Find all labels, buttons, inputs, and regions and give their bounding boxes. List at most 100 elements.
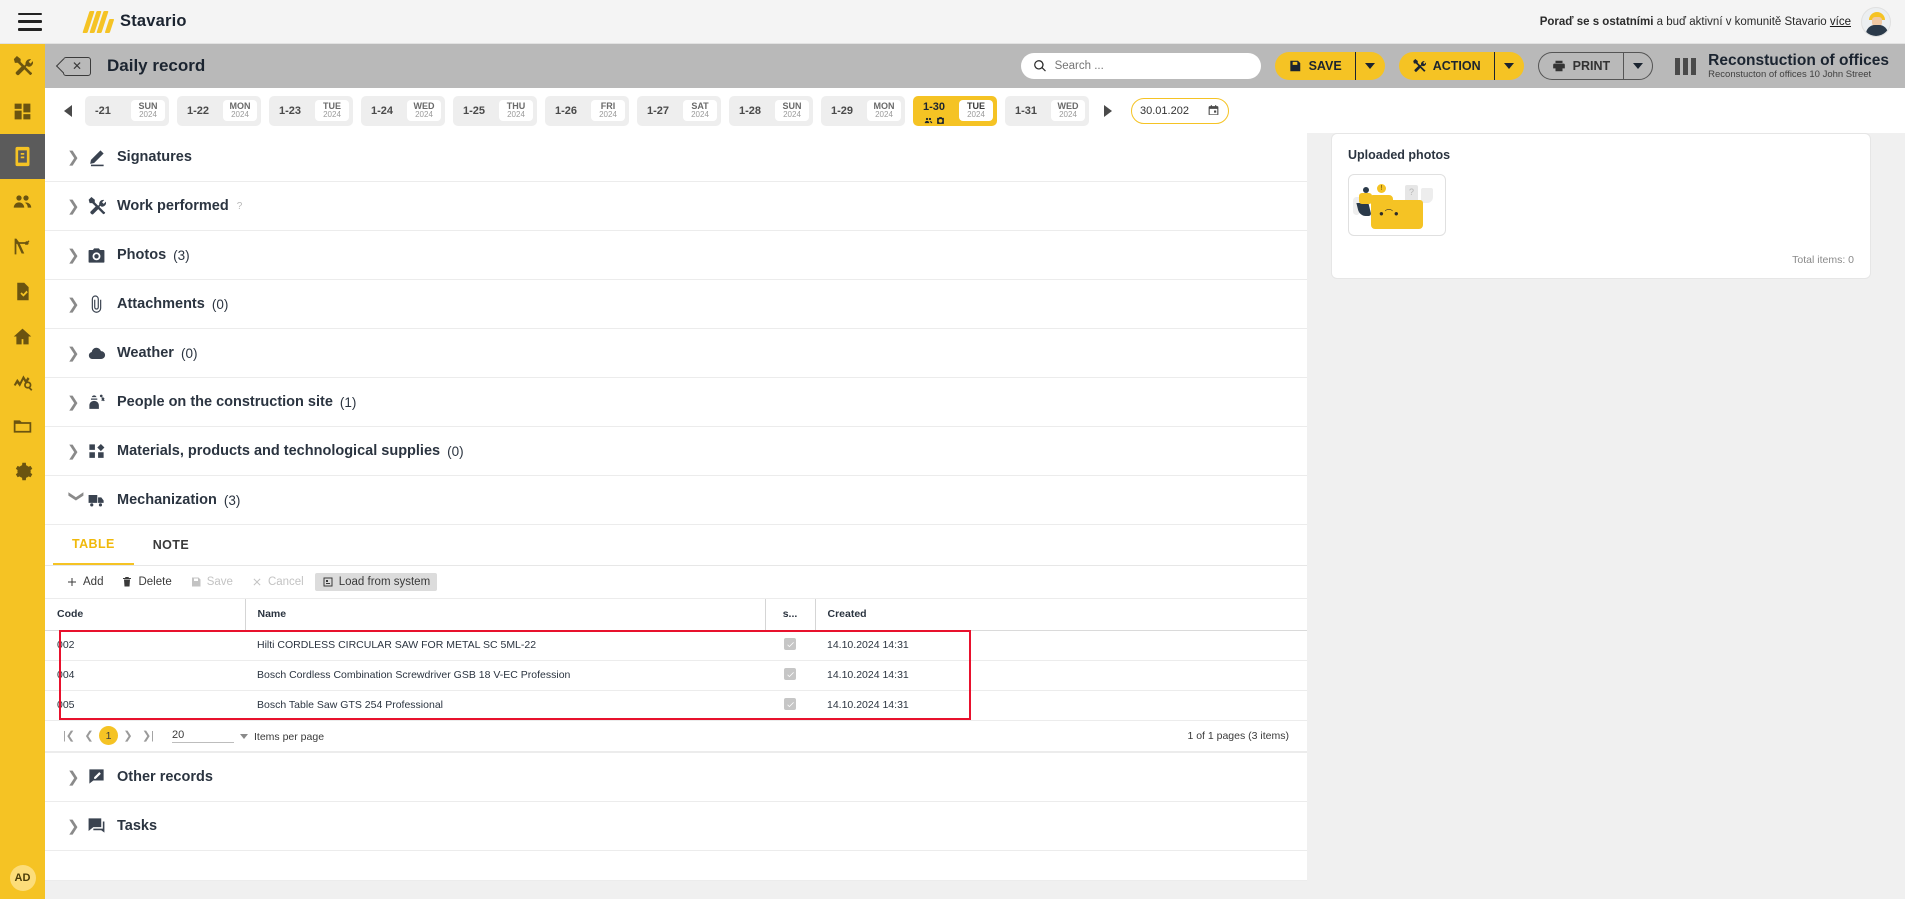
section-count: (0) <box>447 443 464 459</box>
columns-icon[interactable] <box>1675 57 1697 75</box>
cell-code: 004 <box>45 660 245 691</box>
chevron-right-icon: ❯ <box>67 296 80 313</box>
prev-page-button[interactable]: ❮ <box>79 726 99 746</box>
sidebar-item-settings[interactable] <box>0 449 45 494</box>
stavario-logo-icon <box>82 10 115 33</box>
column-header-code[interactable]: Code <box>45 599 245 631</box>
date-chip-day: -21 <box>95 104 111 117</box>
trash-icon <box>123 577 132 587</box>
next-dates-button[interactable] <box>1099 104 1117 117</box>
date-chip[interactable]: 1-27 SAT 2024 <box>637 95 721 126</box>
checkbox-checked[interactable] <box>784 668 796 681</box>
sidebar-item-dashboard[interactable] <box>0 89 45 134</box>
date-chip[interactable]: 1-25 THU 2024 <box>453 95 537 126</box>
date-chip[interactable]: 1-23 TUE 2024 <box>269 95 353 126</box>
tab-table[interactable]: TABLE <box>53 525 134 565</box>
user-initials-badge[interactable]: AD <box>9 865 36 891</box>
close-icon[interactable]: ✕ <box>63 56 91 76</box>
next-page-button[interactable]: ❯ <box>118 726 138 746</box>
sidebar-item-approvals[interactable] <box>0 269 45 314</box>
prev-dates-button[interactable] <box>59 104 77 117</box>
chevron-right-icon: ❯ <box>67 247 80 264</box>
table-row[interactable]: 004 Bosch Cordless Combination Screwdriv… <box>45 660 1307 691</box>
save-button[interactable]: SAVE <box>1274 52 1355 80</box>
date-chip[interactable]: 1-31 WED 2024 <box>1005 95 1089 126</box>
uploaded-photos-column: Uploaded photos ? ! ●⌒● Total items: 0 <box>1331 133 1871 279</box>
date-chip[interactable]: 1-29 MON 2024 <box>821 95 905 126</box>
load-from-system-button[interactable]: Load from system <box>314 573 438 591</box>
promo-link[interactable]: více <box>1830 16 1851 28</box>
date-chip-selected[interactable]: 1-30 TUE 2024 <box>913 95 997 126</box>
camera-icon <box>936 116 944 124</box>
date-chip[interactable]: 1-22 MON 2024 <box>177 95 261 126</box>
sidebar-item-folder[interactable] <box>0 404 45 449</box>
section-signatures[interactable]: ❯ Signatures <box>45 133 1307 182</box>
date-chip-day: 1-29 <box>831 104 854 117</box>
total-items-label: Total items: 0 <box>1792 254 1854 266</box>
save-icon <box>1289 60 1300 72</box>
date-picker-input[interactable]: 30.01.202 <box>1131 97 1229 124</box>
section-attachments[interactable]: ❯ Attachments (0) <box>45 280 1307 329</box>
table-row[interactable]: 002 Hilti CORDLESS CIRCULAR SAW FOR META… <box>45 630 1307 661</box>
cell-created: 14.10.2024 14:31 <box>815 690 1307 721</box>
section-count: (3) <box>223 492 241 508</box>
date-chip[interactable]: 1-24 WED 2024 <box>361 95 445 126</box>
table-row[interactable]: 005 Bosch Table Saw GTS 254 Professional… <box>45 690 1307 721</box>
date-chip[interactable]: 1-26 FRI 2024 <box>545 95 629 126</box>
column-header-name[interactable]: Name <box>244 599 765 631</box>
empty-state-illustration[interactable]: ? ! ●⌒● <box>1348 174 1446 236</box>
column-header-created[interactable]: Created <box>814 599 1307 631</box>
section-people-on-site[interactable]: ❯ People on the construction site (1) <box>45 378 1307 427</box>
import-icon <box>323 577 333 587</box>
current-page-button[interactable]: 1 <box>99 726 118 745</box>
mechanization-table: Code Name s... Created 002 Hilti CORDLES… <box>45 599 1307 721</box>
checkbox-checked[interactable] <box>784 638 796 651</box>
add-button[interactable]: Add <box>59 573 110 591</box>
action-dropdown-button[interactable] <box>1493 52 1524 80</box>
cell-name: Bosch Table Saw GTS 254 Professional <box>245 690 765 721</box>
sidebar-item-crane[interactable] <box>0 224 45 269</box>
section-photos[interactable]: ❯ Photos (3) <box>45 231 1307 280</box>
section-tasks[interactable]: ❯ Tasks <box>45 801 1307 851</box>
cell-state <box>765 690 815 721</box>
delete-button-label: Delete <box>138 576 172 588</box>
top-bar: Stavario Poraď se s ostatními a buď akti… <box>0 0 1905 44</box>
hamburger-icon[interactable] <box>18 12 42 31</box>
date-chip[interactable]: 1-28 SUN 2024 <box>729 95 813 126</box>
date-chip-year: 2024 <box>1059 110 1077 120</box>
section-work-performed[interactable]: ❯ Work performed ? <box>45 182 1307 231</box>
date-chip[interactable]: -21 SUN 2024 <box>85 95 169 126</box>
section-weather[interactable]: ❯ Weather (0) <box>45 329 1307 378</box>
action-button[interactable]: ACTION <box>1398 52 1494 80</box>
first-page-button[interactable]: |❮ <box>59 726 79 746</box>
date-chip-day: 1-26 <box>555 104 578 117</box>
section-materials[interactable]: ❯ Materials, products and technological … <box>45 427 1307 476</box>
sidebar-item-analytics[interactable] <box>0 359 45 404</box>
search-box[interactable] <box>1020 53 1261 79</box>
items-per-page-select[interactable]: 20 Items per page <box>172 729 324 743</box>
tab-note[interactable]: NOTE <box>134 525 208 565</box>
print-dropdown-button[interactable] <box>1623 52 1654 80</box>
sidebar-item-home[interactable] <box>0 314 45 359</box>
section-other-records[interactable]: ❯ Other records <box>45 752 1307 802</box>
date-chip-year: 2024 <box>691 110 709 120</box>
checkbox-checked[interactable] <box>784 698 796 711</box>
help-icon[interactable]: ? <box>237 201 243 212</box>
save-dropdown-button[interactable] <box>1354 52 1385 80</box>
cloud-icon <box>87 344 117 363</box>
chevron-left-icon <box>64 104 72 117</box>
brand-logo[interactable]: Stavario <box>82 10 187 33</box>
sidebar-item-people[interactable] <box>0 179 45 224</box>
search-input[interactable] <box>1054 60 1249 72</box>
worker-people-icon <box>87 393 117 412</box>
delete-button[interactable]: Delete <box>114 573 178 591</box>
sidebar-item-daily-record[interactable] <box>0 134 45 179</box>
column-header-state[interactable]: s... <box>764 599 815 631</box>
sidebar-item-tools[interactable] <box>0 44 45 89</box>
last-page-button[interactable]: ❯| <box>138 726 158 746</box>
cancel-icon <box>253 578 261 586</box>
camera-icon <box>87 246 117 265</box>
avatar[interactable] <box>1861 6 1891 37</box>
section-mechanization[interactable]: ❯ Mechanization (3) <box>45 476 1307 525</box>
print-button[interactable]: PRINT <box>1537 52 1624 80</box>
